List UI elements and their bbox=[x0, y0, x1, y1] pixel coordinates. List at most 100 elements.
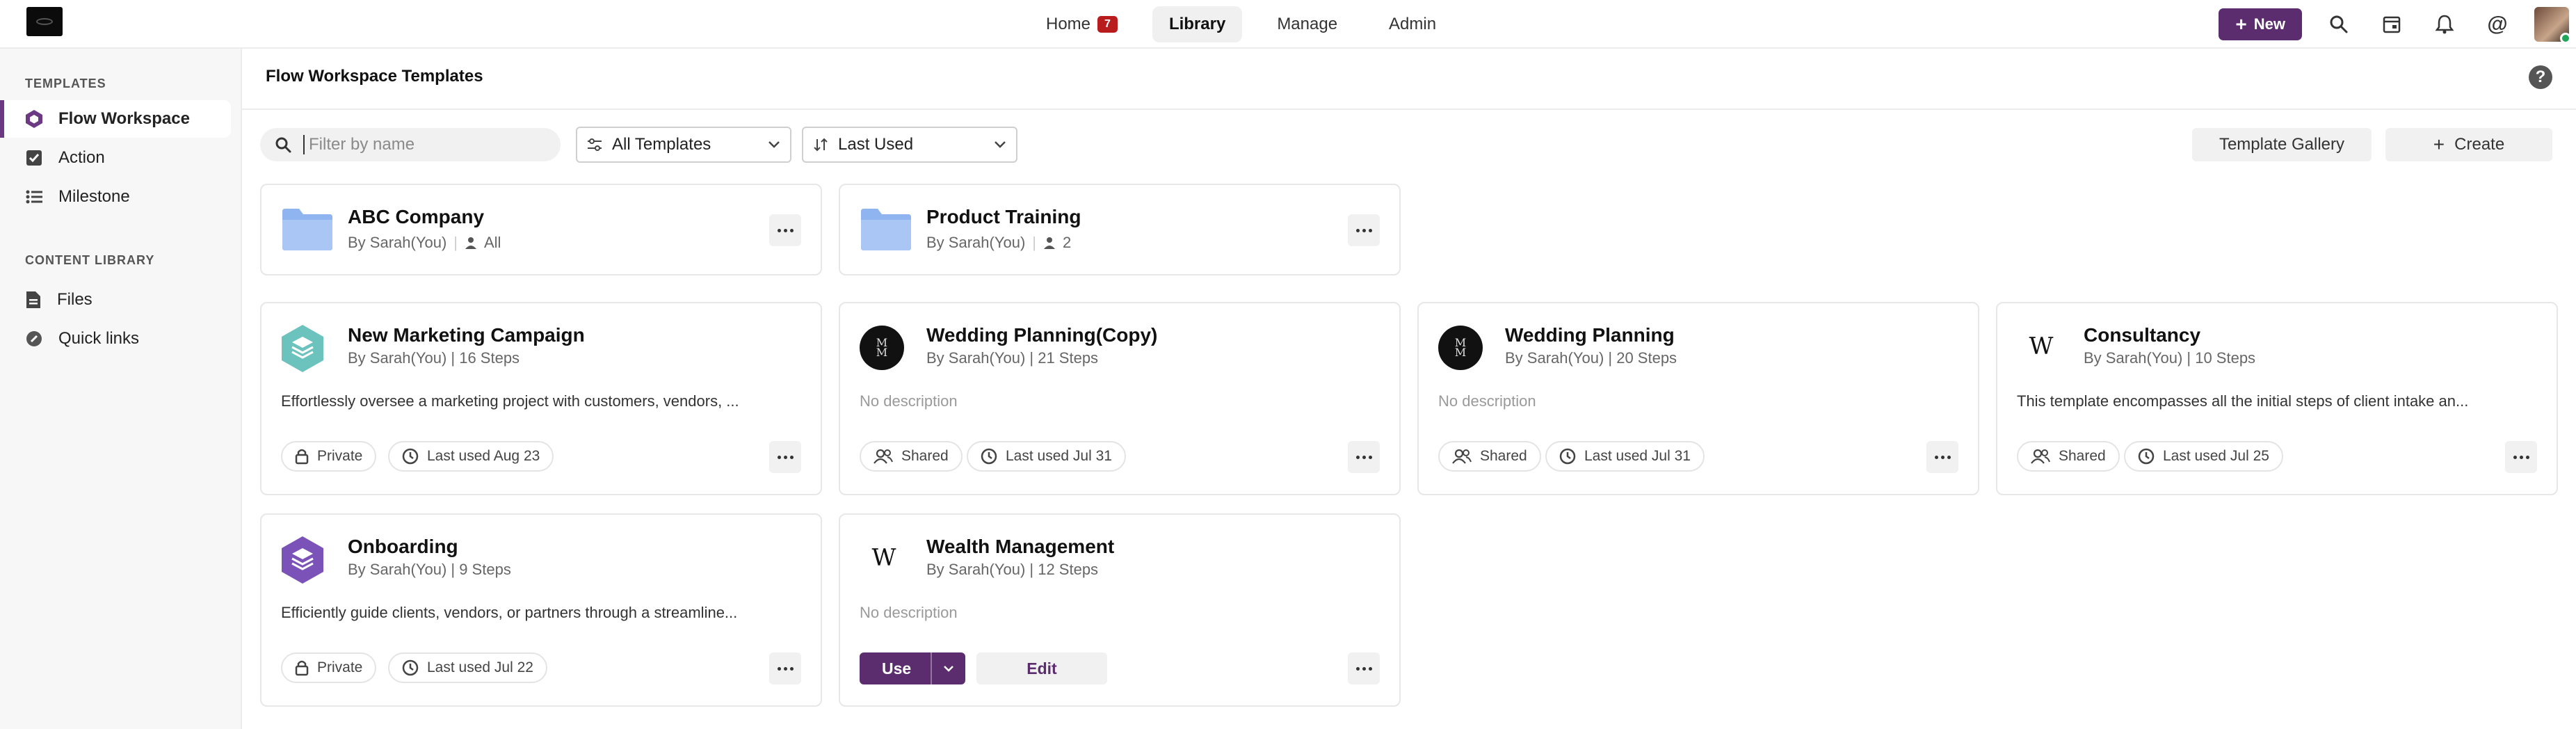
last-used-label: Last used Jul 31 bbox=[1006, 448, 1112, 464]
template-card[interactable]: Onboarding By Sarah(You) | 9 Steps Effic… bbox=[260, 513, 822, 707]
search-icon bbox=[275, 137, 291, 153]
template-type-select[interactable]: All Templates bbox=[576, 127, 791, 163]
monogram-logo: MM bbox=[1438, 326, 1483, 370]
template-description: This template encompasses all the initia… bbox=[2017, 392, 2469, 410]
folder-meta: By Sarah(You) | All bbox=[348, 234, 501, 251]
folder-owner: By Sarah(You) bbox=[348, 234, 447, 251]
visibility-chip: Shared bbox=[860, 441, 963, 472]
chevron-down-icon bbox=[768, 141, 780, 148]
sort-select[interactable]: Last Used bbox=[802, 127, 1017, 163]
use-template-button[interactable]: Use bbox=[860, 652, 966, 684]
sidebar-item-milestone[interactable]: Milestone bbox=[0, 178, 231, 216]
top-bar: Home 7 Library Manage Admin + New @ bbox=[0, 0, 2576, 49]
top-actions: + New @ bbox=[2219, 0, 2571, 49]
sidebar-item-label: Flow Workspace bbox=[58, 109, 190, 128]
sidebar-item-label: Action bbox=[58, 148, 105, 167]
nav-admin[interactable]: Admin bbox=[1372, 6, 1453, 42]
last-used-label: Last used Jul 31 bbox=[1584, 448, 1691, 464]
link-icon bbox=[26, 331, 42, 346]
lock-icon bbox=[295, 449, 309, 465]
nav-manage[interactable]: Manage bbox=[1260, 6, 1354, 42]
clock-icon bbox=[981, 448, 997, 465]
plus-icon: + bbox=[2433, 134, 2445, 155]
clock-icon bbox=[2138, 448, 2155, 465]
sort-value: Last Used bbox=[838, 135, 914, 154]
chevron-down-icon[interactable] bbox=[932, 665, 965, 672]
folder-members: 2 bbox=[1063, 234, 1072, 251]
search-icon[interactable] bbox=[2323, 8, 2355, 40]
last-used-chip: Last used Aug 23 bbox=[388, 441, 554, 472]
file-icon bbox=[26, 291, 40, 308]
template-description: Effortlessly oversee a marketing project… bbox=[281, 392, 739, 410]
more-options-button[interactable] bbox=[769, 652, 801, 684]
template-card[interactable]: MM Wedding Planning(Copy) By Sarah(You) … bbox=[839, 302, 1401, 495]
sidebar-item-files[interactable]: Files bbox=[0, 281, 231, 319]
more-options-button[interactable] bbox=[2505, 441, 2537, 473]
more-options-button[interactable] bbox=[1926, 441, 1958, 473]
purple-layers-logo bbox=[282, 536, 323, 584]
help-icon[interactable]: ? bbox=[2529, 65, 2552, 89]
filter-input[interactable] bbox=[303, 135, 554, 154]
nav-library-label: Library bbox=[1168, 15, 1226, 33]
sidebar-item-label: Files bbox=[57, 290, 92, 309]
page-title: Flow Workspace Templates bbox=[266, 67, 483, 86]
folder-members: All bbox=[484, 234, 501, 251]
more-options-button[interactable] bbox=[1348, 652, 1380, 684]
divider bbox=[242, 109, 2576, 110]
template-card[interactable]: W Consultancy By Sarah(You) | 10 Steps T… bbox=[1996, 302, 2558, 495]
template-description: No description bbox=[860, 392, 958, 410]
visibility-chip: Private bbox=[281, 441, 377, 472]
online-status-dot bbox=[2560, 33, 2571, 44]
template-card[interactable]: MM Wedding Planning By Sarah(You) | 20 S… bbox=[1417, 302, 1979, 495]
template-name: New Marketing Campaign bbox=[348, 324, 585, 346]
visibility-label: Private bbox=[317, 659, 363, 675]
more-options-button[interactable] bbox=[769, 214, 801, 246]
template-card[interactable]: New Marketing Campaign By Sarah(You) | 1… bbox=[260, 302, 822, 495]
template-name: Onboarding bbox=[348, 536, 458, 557]
edit-template-button[interactable]: Edit bbox=[976, 652, 1107, 684]
nav-library[interactable]: Library bbox=[1152, 6, 1243, 42]
template-meta: By Sarah(You) | 12 Steps bbox=[926, 561, 1099, 578]
folder-card[interactable]: ABC Company By Sarah(You) | All bbox=[260, 184, 822, 275]
template-card[interactable]: W Wealth Management By Sarah(You) | 12 S… bbox=[839, 513, 1401, 707]
bell-icon[interactable] bbox=[2429, 8, 2461, 40]
create-button[interactable]: + Create bbox=[2385, 128, 2552, 161]
edit-label: Edit bbox=[1027, 659, 1057, 678]
last-used-label: Last used Aug 23 bbox=[427, 448, 540, 464]
clock-icon bbox=[402, 448, 419, 465]
template-meta: By Sarah(You) | 21 Steps bbox=[926, 349, 1099, 367]
template-description: No description bbox=[860, 604, 958, 621]
visibility-chip: Shared bbox=[2017, 441, 2120, 472]
template-description: No description bbox=[1438, 392, 1536, 410]
template-name: Consultancy bbox=[2084, 324, 2201, 346]
more-options-button[interactable] bbox=[1348, 214, 1380, 246]
mention-icon[interactable]: @ bbox=[2481, 8, 2513, 40]
folder-icon bbox=[861, 209, 911, 250]
template-name: Wedding Planning bbox=[1505, 324, 1675, 346]
more-options-button[interactable] bbox=[1348, 441, 1380, 473]
calendar-icon[interactable] bbox=[2376, 8, 2408, 40]
checkbox-icon bbox=[26, 150, 42, 166]
last-used-chip: Last used Jul 31 bbox=[967, 441, 1126, 472]
folder-name: ABC Company bbox=[348, 206, 485, 227]
clock-icon bbox=[1559, 448, 1576, 465]
template-gallery-button[interactable]: Template Gallery bbox=[2192, 128, 2372, 161]
last-used-chip: Last used Jul 22 bbox=[388, 652, 547, 683]
person-icon bbox=[1044, 237, 1055, 249]
template-meta: By Sarah(You) | 16 Steps bbox=[348, 349, 520, 367]
teal-layers-logo bbox=[282, 325, 323, 372]
sidebar-item-flow-workspace[interactable]: Flow Workspace bbox=[0, 100, 231, 138]
avatar[interactable] bbox=[2534, 7, 2571, 44]
folder-icon bbox=[282, 209, 332, 250]
shared-users-icon bbox=[1452, 449, 1472, 464]
template-name: Wedding Planning(Copy) bbox=[926, 324, 1158, 346]
sidebar-item-action[interactable]: Action bbox=[0, 139, 231, 177]
brand-logo[interactable] bbox=[26, 7, 63, 36]
more-options-button[interactable] bbox=[769, 441, 801, 473]
new-button[interactable]: + New bbox=[2219, 8, 2302, 40]
shared-users-icon bbox=[874, 449, 893, 464]
nav-home[interactable]: Home 7 bbox=[1029, 6, 1134, 42]
sidebar-item-quick-links[interactable]: Quick links bbox=[0, 320, 231, 358]
create-label: Create bbox=[2454, 135, 2505, 154]
folder-card[interactable]: Product Training By Sarah(You) | 2 bbox=[839, 184, 1401, 275]
